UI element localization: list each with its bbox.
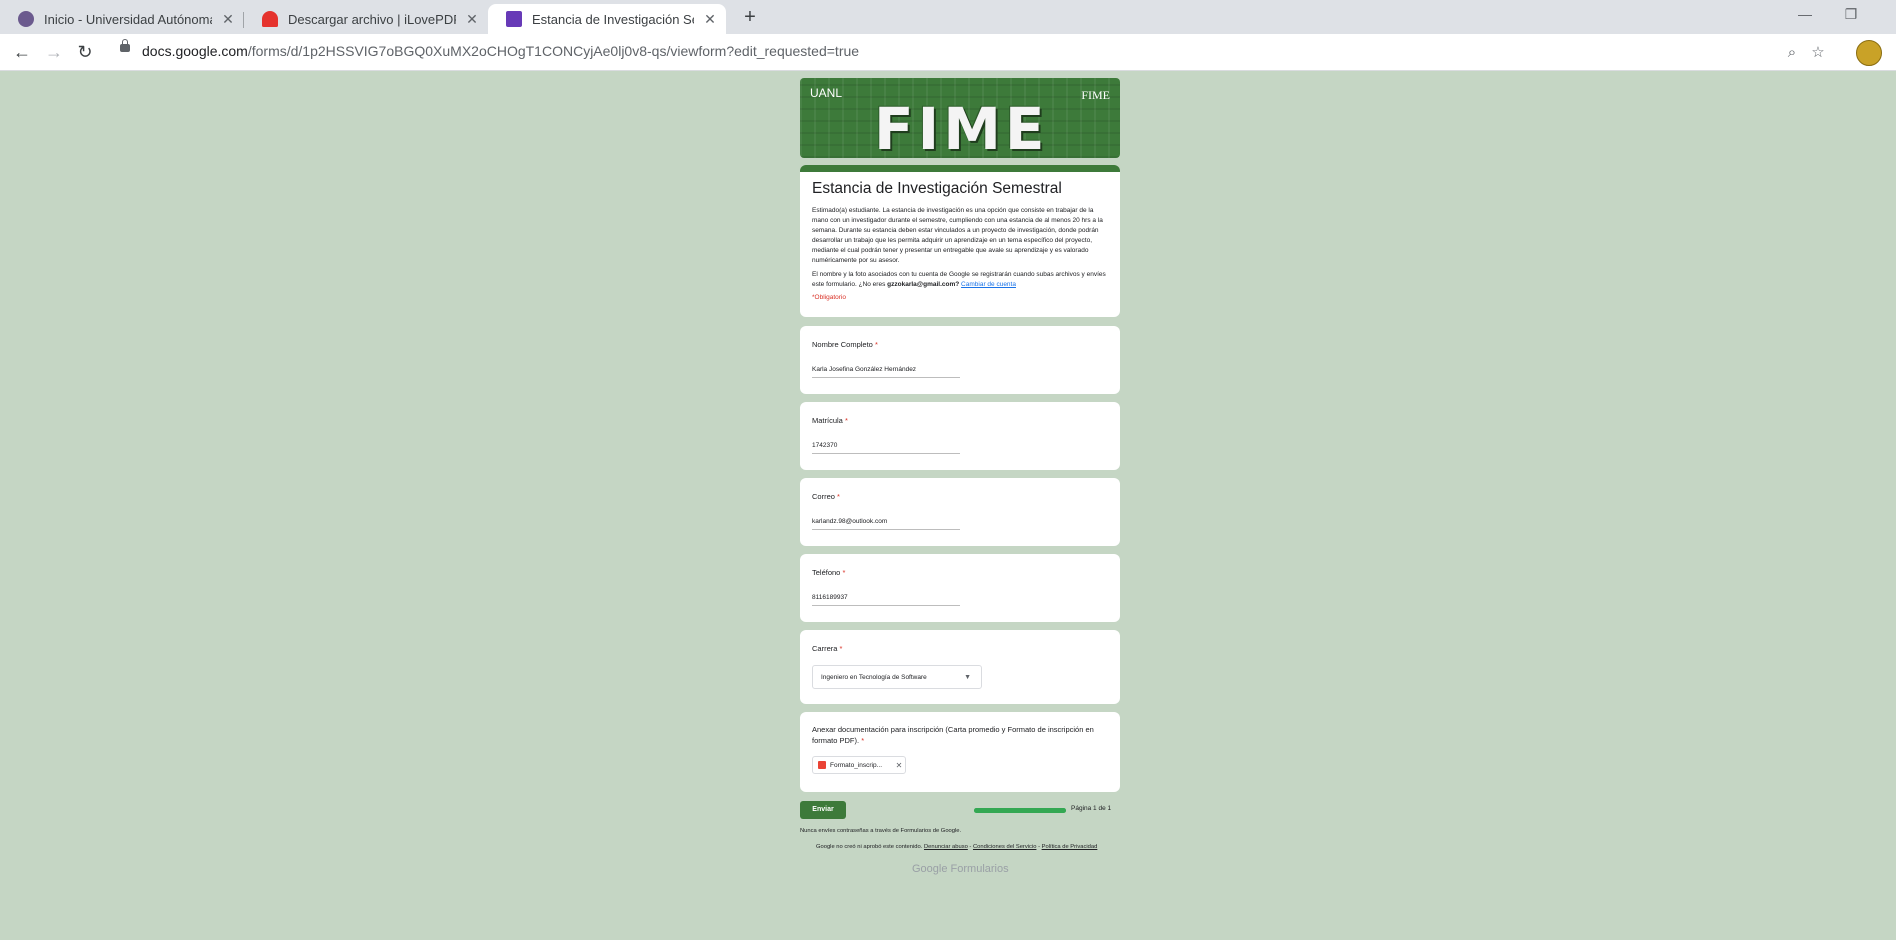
question-text: Matrícula	[812, 416, 843, 425]
password-warning: Nunca envíes contraseñas a través de For…	[800, 828, 962, 834]
privacy-link[interactable]: Política de Privacidad	[1042, 844, 1098, 850]
required-asterisk: *	[837, 492, 840, 501]
tab-ilovepdf[interactable]: Descargar archivo | iLovePDF ✕	[244, 4, 488, 34]
report-abuse-link[interactable]: Denunciar abuso	[924, 844, 968, 850]
uploaded-file-chip[interactable]: Formato_inscrip... ✕	[812, 756, 906, 774]
close-icon[interactable]: ✕	[702, 11, 718, 28]
banner-title: FIME	[874, 95, 1049, 158]
question-text: Correo	[812, 492, 835, 501]
tab-google-form[interactable]: Estancia de Investigación Semest ✕	[488, 4, 726, 34]
question-text: Carrera	[812, 644, 838, 653]
question-card: Matrícula * 1742370	[800, 402, 1120, 470]
tab-uanl[interactable]: Inicio - Universidad Autónoma d ✕	[0, 4, 244, 34]
email-input[interactable]: karlandz.98@outlook.com	[812, 515, 960, 530]
student-id-input[interactable]: 1742370	[812, 439, 960, 454]
close-icon[interactable]: ✕	[220, 11, 236, 28]
zoom-icon[interactable]: ⌕	[1780, 41, 1804, 65]
question-label: Nombre Completo *	[812, 340, 1108, 349]
file-name: Formato_inscrip...	[830, 761, 883, 769]
full-name-input[interactable]: Karla Josefina González Hernández	[812, 363, 960, 378]
ilovepdf-heart-icon	[262, 11, 278, 27]
question-card: Correo * karlandz.98@outlook.com	[800, 478, 1120, 546]
question-card: Carrera * Ingeniero en Tecnología de Sof…	[800, 630, 1120, 704]
question-card: Nombre Completo * Karla Josefina Gonzále…	[800, 326, 1120, 394]
form-banner: UANL FIME FIME	[800, 78, 1120, 158]
brand-forms: Formularios	[950, 863, 1009, 875]
tab-title: Inicio - Universidad Autónoma d	[44, 11, 212, 27]
required-asterisk: *	[861, 736, 865, 745]
profile-avatar[interactable]	[1856, 40, 1882, 66]
question-card: Teléfono * 8116189937	[800, 554, 1120, 622]
back-icon[interactable]: ←	[8, 38, 36, 66]
submit-button[interactable]: Enviar	[800, 801, 846, 819]
minimize-icon[interactable]: —	[1782, 0, 1828, 30]
lock-icon[interactable]	[120, 39, 130, 52]
terms-link[interactable]: Condiciones del Servicio	[973, 844, 1036, 850]
close-icon[interactable]: ✕	[464, 11, 480, 28]
question-text: Nombre Completo	[812, 340, 873, 349]
required-asterisk: *	[874, 340, 878, 349]
url-path: /forms/d/1p2HSSVIG7oBGQ0XuMX2oCHOgT1CONC…	[247, 43, 860, 59]
tab-strip: Inicio - Universidad Autónoma d ✕ Descar…	[0, 0, 1896, 34]
required-note: *Obligatorio	[812, 294, 846, 301]
career-dropdown[interactable]: Ingeniero en Tecnología de Software ▼	[812, 665, 982, 689]
question-card: Anexar documentación para inscripción (C…	[800, 712, 1120, 792]
url-text[interactable]: docs.google.com/forms/d/1p2HSSVIG7oBGQ0X…	[142, 43, 859, 59]
browser-toolbar: ← → ↻ docs.google.com/forms/d/1p2HSSVIG7…	[0, 34, 1896, 71]
question-label: Carrera *	[812, 644, 1108, 653]
question-label: Anexar documentación para inscripción (C…	[812, 724, 1108, 746]
fime-logo: FIME	[1081, 88, 1110, 102]
tab-title: Estancia de Investigación Semest	[532, 11, 694, 27]
forward-icon[interactable]: →	[40, 38, 68, 66]
address-bar[interactable]: docs.google.com/forms/d/1p2HSSVIG7oBGQ0X…	[108, 37, 1828, 67]
reload-icon[interactable]: ↻	[71, 38, 99, 66]
required-asterisk: *	[844, 416, 848, 425]
legal-footer: Google no creó ni aprobó este contenido.…	[816, 844, 1097, 850]
remove-file-icon[interactable]: ✕	[893, 761, 905, 770]
brand-google: Google	[912, 863, 948, 875]
progress-bar	[974, 808, 1066, 813]
question-label: Matrícula *	[812, 416, 1108, 425]
uanl-logo: UANL	[810, 86, 843, 100]
google-forms-icon	[506, 11, 522, 27]
phone-input[interactable]: 8116189937	[812, 591, 960, 606]
form-description: Estimado(a) estudiante. La estancia de i…	[812, 207, 1103, 264]
account-note: El nombre y la foto asociados con tu cue…	[812, 270, 1108, 290]
form-title: Estancia de Investigación Semestral	[812, 180, 1062, 197]
dropdown-arrow-icon: ▼	[964, 674, 971, 681]
switch-account-link[interactable]: Cambiar de cuenta	[961, 281, 1016, 288]
account-email: gzzokarla@gmail.com?	[887, 281, 960, 288]
pdf-file-icon	[818, 761, 826, 769]
question-text: Anexar documentación para inscripción (C…	[812, 725, 1094, 745]
form-header-card: Estancia de Investigación Semestral Esti…	[800, 165, 1120, 317]
tab-title: Descargar archivo | iLovePDF	[288, 11, 456, 27]
new-tab-button[interactable]: +	[736, 4, 764, 32]
required-asterisk: *	[839, 644, 843, 653]
question-label: Correo *	[812, 492, 1108, 501]
restore-icon[interactable]: ❐	[1828, 0, 1874, 30]
question-label: Teléfono *	[812, 568, 1108, 577]
disclaimer-text: Google no creó ni aprobó este contenido.	[816, 844, 923, 850]
university-seal-icon	[18, 11, 34, 27]
bookmark-star-icon[interactable]: ☆	[1806, 41, 1830, 65]
url-domain: docs.google.com	[142, 43, 248, 59]
page-indicator: Página 1 de 1	[1071, 805, 1112, 812]
account-note-text: El nombre y la foto asociados con tu cue…	[812, 271, 1106, 288]
progress-fill	[974, 808, 1066, 813]
career-selected-value: Ingeniero en Tecnología de Software	[821, 674, 927, 681]
question-text: Teléfono	[812, 568, 841, 577]
google-forms-logo[interactable]: Google Formularios	[912, 863, 1009, 875]
required-asterisk: *	[842, 568, 846, 577]
